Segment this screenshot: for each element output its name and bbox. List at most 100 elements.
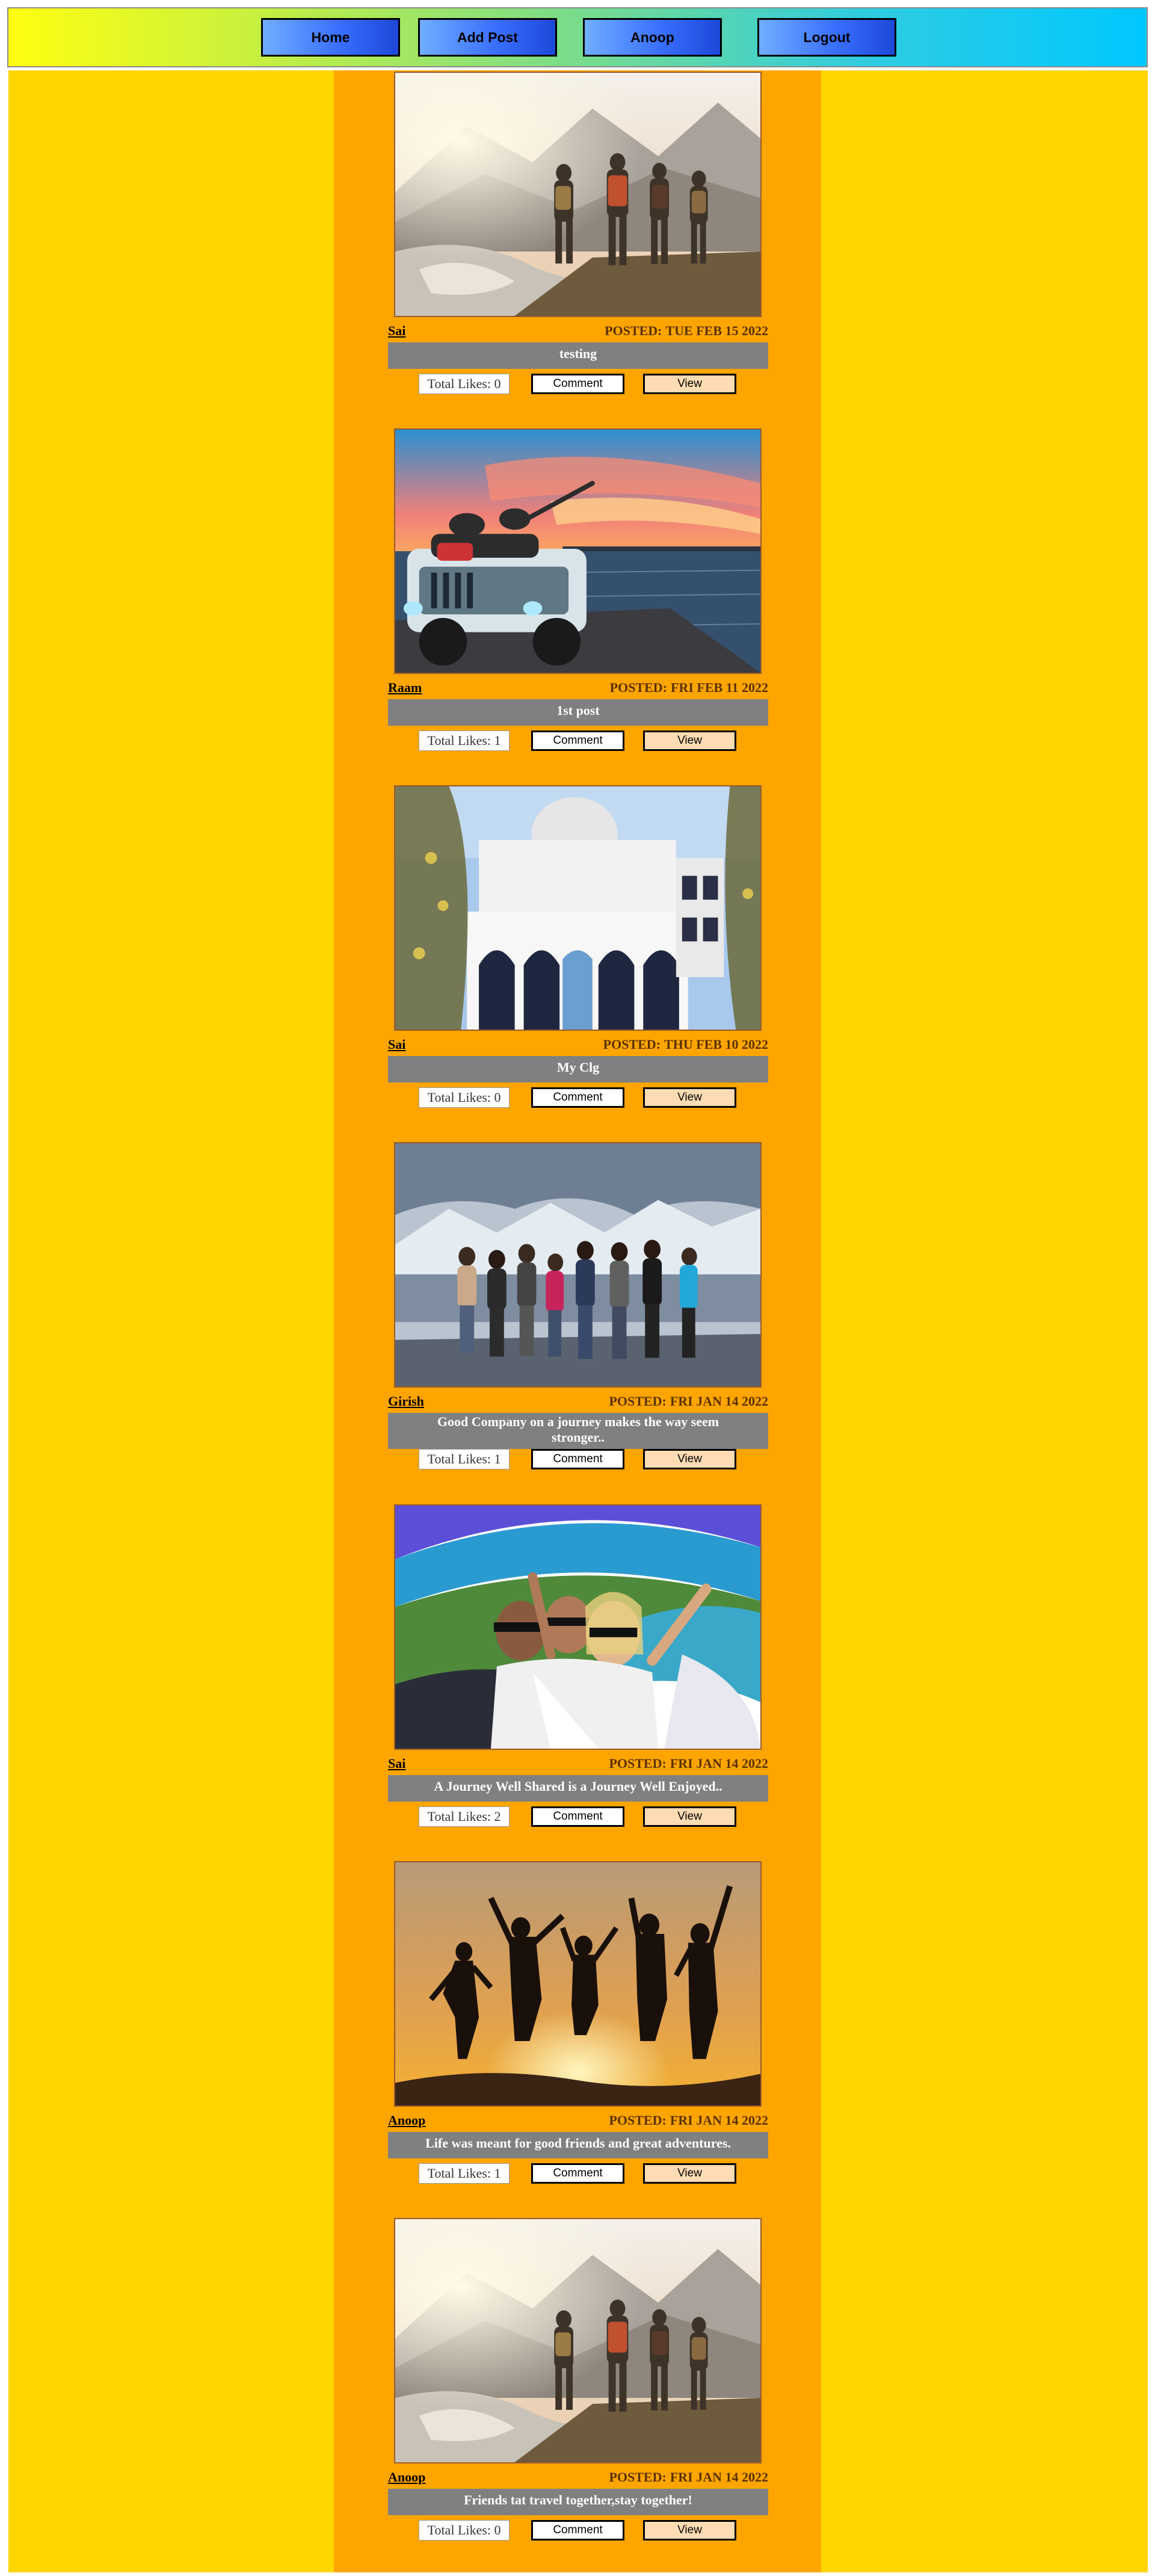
post-date: POSTED: TUE FEB 15 2022 [605, 323, 768, 339]
posted-label: POSTED: [609, 2113, 667, 2128]
post-actions: Total Likes: 1 Comment View [388, 1449, 768, 1469]
post-image[interactable] [394, 2218, 762, 2463]
comment-button[interactable]: Comment [531, 1806, 624, 1827]
don-bosco-building-photo [395, 786, 760, 1030]
post-author-link[interactable]: Raam [388, 680, 422, 696]
post-actions: Total Likes: 1 Comment View [388, 730, 768, 751]
comment-button[interactable]: Comment [531, 2163, 624, 2184]
likes-count: Total Likes: 0 [419, 374, 510, 394]
post-author-link[interactable]: Sai [388, 1037, 405, 1052]
post-caption: Good Company on a journey makes the way … [388, 1413, 768, 1449]
likes-label: Total Likes: [427, 376, 491, 391]
view-button[interactable]: View [643, 1087, 736, 1108]
likes-value: 1 [494, 1451, 501, 1466]
likes-label: Total Likes: [427, 733, 491, 748]
view-button[interactable]: View [643, 1449, 736, 1469]
view-button[interactable]: View [643, 2520, 736, 2540]
likes-value: 2 [494, 1809, 501, 1824]
post-meta: Girish POSTED: FRI JAN 14 2022 [388, 1394, 768, 1410]
post-caption: testing [388, 342, 768, 369]
post-card: Sai POSTED: FRI JAN 14 2022 A Journey Wel… [334, 1504, 821, 1844]
hikers-mountain-lake-photo [395, 73, 760, 316]
likes-count: Total Likes: 0 [419, 1087, 510, 1108]
selfie-fisheye-coast-photo [395, 1506, 760, 1749]
post-meta: Anoop POSTED: FRI JAN 14 2022 [388, 2469, 768, 2486]
likes-value: 1 [494, 733, 501, 748]
post-author-link[interactable]: Anoop [388, 2113, 425, 2128]
group-snowy-mountains-photo [395, 1143, 760, 1386]
silhouettes-jumping-sunset-photo [395, 1862, 760, 2105]
home-button[interactable]: Home [261, 18, 400, 57]
post-actions: Total Likes: 0 Comment View [388, 2520, 768, 2540]
view-button[interactable]: View [643, 2163, 736, 2184]
nav-bar: Home Add Post Anoop Logout [7, 7, 1148, 67]
post-actions: Total Likes: 1 Comment View [388, 2163, 768, 2184]
post-card: Sai POSTED: TUE FEB 15 2022 testing Total… [334, 72, 821, 412]
likes-value: 0 [494, 1090, 501, 1105]
post-meta: Sai POSTED: THU FEB 10 2022 [388, 1037, 768, 1054]
view-button[interactable]: View [643, 374, 736, 394]
post-caption: Life was meant for good friends and grea… [388, 2132, 768, 2158]
comment-button[interactable]: Comment [531, 2520, 624, 2540]
post-date: POSTED: FRI JAN 14 2022 [609, 2469, 768, 2485]
post-date: POSTED: FRI FEB 11 2022 [610, 680, 768, 696]
likes-label: Total Likes: [427, 2166, 491, 2181]
likes-label: Total Likes: [427, 1809, 491, 1824]
post-meta: Sai POSTED: TUE FEB 15 2022 [388, 323, 768, 340]
logout-button[interactable]: Logout [757, 18, 896, 57]
post-image[interactable] [394, 72, 762, 317]
post-image[interactable] [394, 1504, 762, 1750]
comment-button[interactable]: Comment [531, 1087, 624, 1108]
post-card: Anoop POSTED: FRI JAN 14 2022 Life was me… [334, 1861, 821, 2201]
post-card: Girish POSTED: FRI JAN 14 2022 Good Compa… [334, 1142, 821, 1482]
posted-label: POSTED: [603, 1037, 661, 1052]
likes-value: 0 [494, 376, 501, 391]
post-actions: Total Likes: 2 Comment View [388, 1806, 768, 1827]
comment-button[interactable]: Comment [531, 374, 624, 394]
post-caption: 1st post [388, 699, 768, 726]
likes-value: 0 [494, 2522, 501, 2537]
post-image[interactable] [394, 1142, 762, 1388]
likes-label: Total Likes: [427, 2522, 491, 2537]
add-post-button[interactable]: Add Post [418, 18, 557, 57]
post-author-link[interactable]: Sai [388, 1756, 405, 1771]
posted-label: POSTED: [605, 323, 662, 338]
likes-label: Total Likes: [427, 1090, 491, 1105]
comment-button[interactable]: Comment [531, 1449, 624, 1469]
likes-count: Total Likes: 1 [419, 1449, 510, 1469]
post-author-link[interactable]: Anoop [388, 2469, 425, 2485]
post-date-value: FRI JAN 14 2022 [670, 1394, 768, 1409]
post-date: POSTED: FRI JAN 14 2022 [609, 1394, 768, 1409]
likes-value: 1 [494, 2166, 501, 2181]
post-image[interactable] [394, 785, 762, 1031]
post-actions: Total Likes: 0 Comment View [388, 1087, 768, 1108]
view-button[interactable]: View [643, 730, 736, 751]
post-image[interactable] [394, 1861, 762, 2107]
post-card: Anoop POSTED: FRI JAN 14 2022 Friends tat… [334, 2218, 821, 2558]
view-button[interactable]: View [643, 1806, 736, 1827]
posted-label: POSTED: [609, 1756, 667, 1771]
post-actions: Total Likes: 0 Comment View [388, 374, 768, 394]
post-caption: A Journey Well Shared is a Journey Well … [388, 1775, 768, 1802]
post-meta: Sai POSTED: FRI JAN 14 2022 [388, 1756, 768, 1773]
post-date-value: FRI FEB 11 2022 [671, 680, 768, 695]
post-date-value: FRI JAN 14 2022 [670, 2469, 768, 2485]
post-date-value: FRI JAN 14 2022 [670, 1756, 768, 1771]
post-author-link[interactable]: Sai [388, 323, 405, 339]
post-caption: Friends tat travel together,stay togethe… [388, 2489, 768, 2515]
post-author-link[interactable]: Girish [388, 1394, 424, 1409]
likes-count: Total Likes: 1 [419, 730, 510, 751]
post-date: POSTED: FRI JAN 14 2022 [609, 1756, 768, 1771]
posted-label: POSTED: [609, 2469, 667, 2485]
post-date-value: FRI JAN 14 2022 [670, 2113, 768, 2128]
profile-button[interactable]: Anoop [583, 18, 722, 57]
page-background: Sai POSTED: TUE FEB 15 2022 testing Total… [8, 70, 1148, 2572]
post-image[interactable] [394, 428, 762, 674]
post-card: Sai POSTED: THU FEB 10 2022 My Clg Total … [334, 785, 821, 1125]
jeep-sunset-lake-photo [395, 430, 760, 673]
posted-label: POSTED: [609, 680, 668, 695]
likes-count: Total Likes: 2 [419, 1806, 510, 1827]
post-date-value: THU FEB 10 2022 [664, 1037, 768, 1052]
posted-label: POSTED: [609, 1394, 667, 1409]
comment-button[interactable]: Comment [531, 730, 624, 751]
